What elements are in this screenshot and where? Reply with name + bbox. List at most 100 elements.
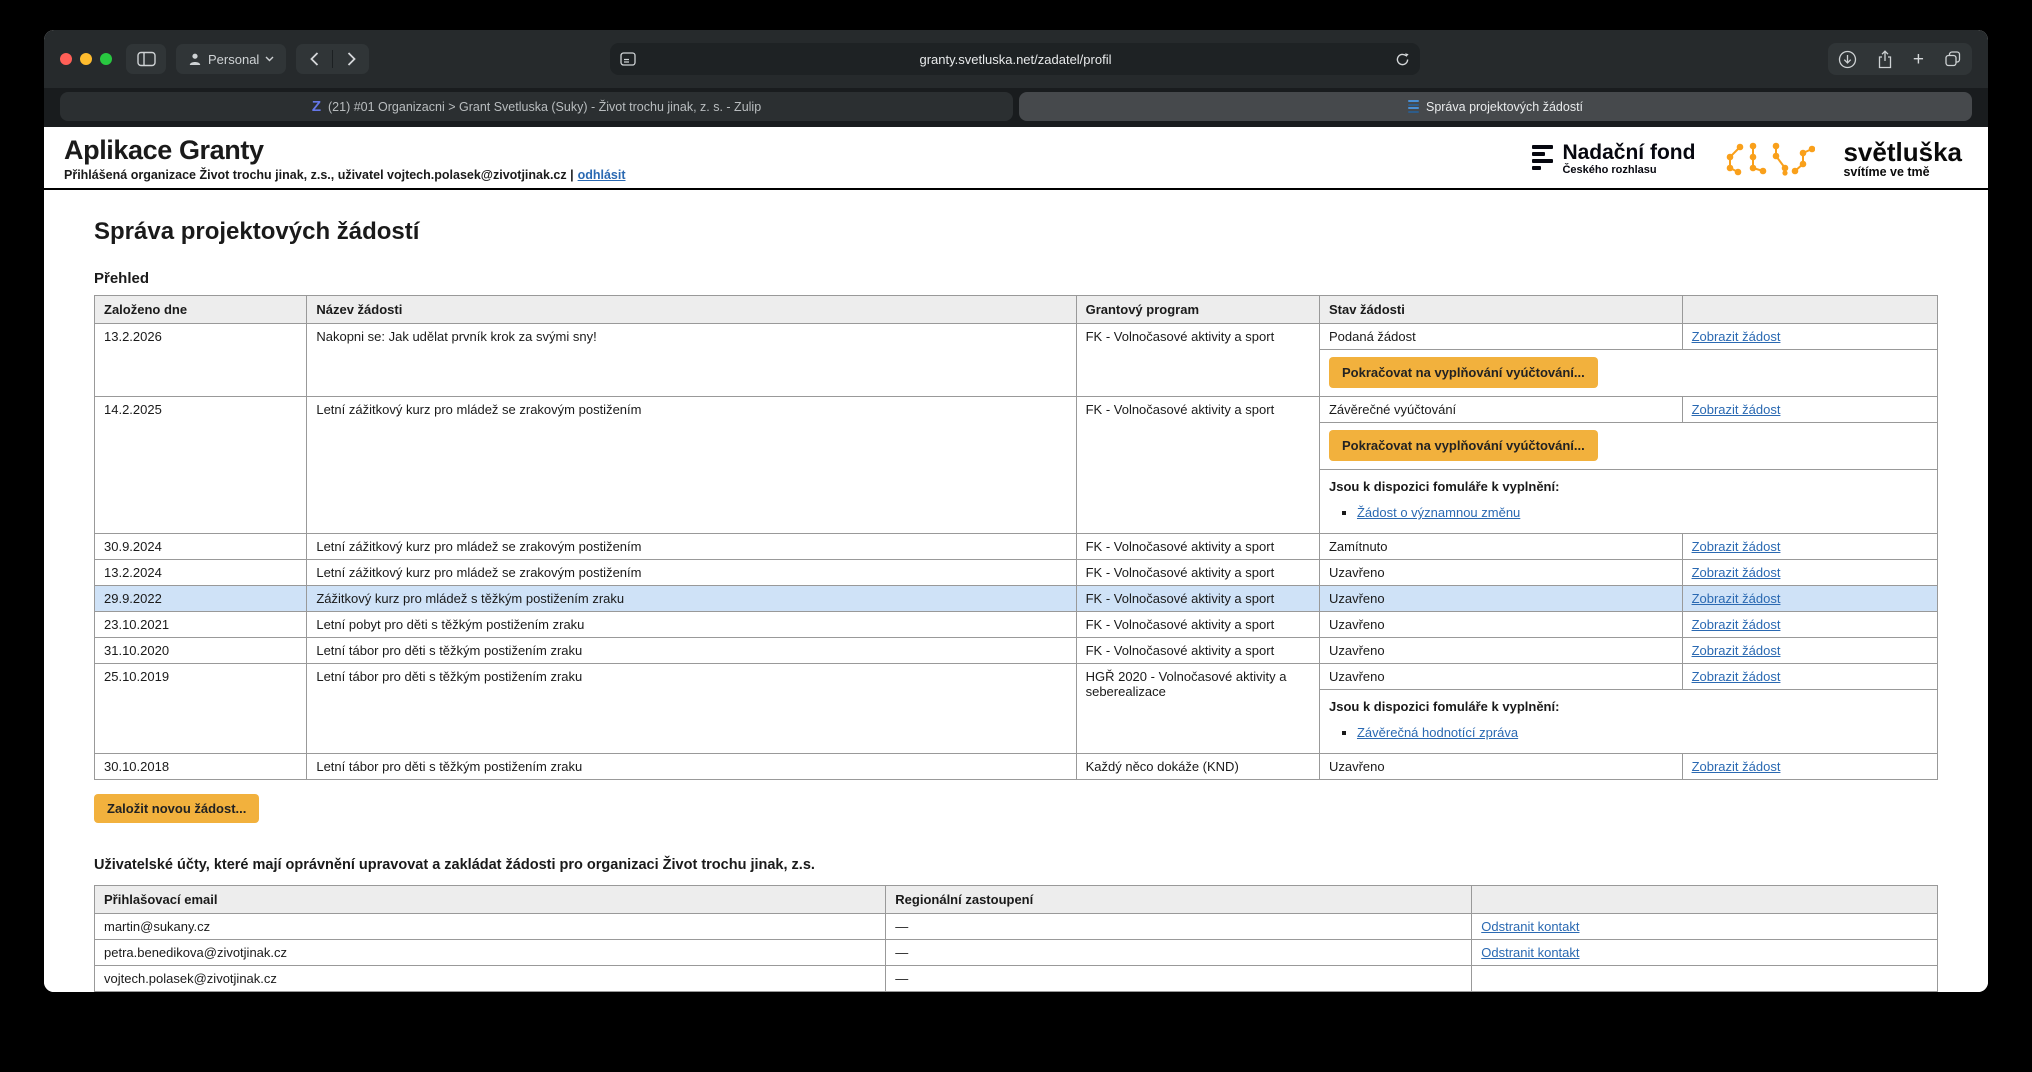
profile-button[interactable]: Personal <box>176 44 286 74</box>
request-actions: Zobrazit žádost <box>1682 534 1937 560</box>
new-tab-icon[interactable]: + <box>1913 50 1924 69</box>
account-row: martin@sukany.cz— Odstranit kontakt <box>95 914 1938 940</box>
request-date: 23.10.2021 <box>95 612 307 638</box>
new-request-button[interactable]: Založit novou žádost... <box>94 794 259 823</box>
logout-link[interactable]: odhlásit <box>578 168 626 182</box>
tab-zulip[interactable]: Z (21) #01 Organizacni > Grant Svetluska… <box>60 92 1013 121</box>
close-window-button[interactable] <box>60 53 72 65</box>
request-name: Letní zážitkový kurz pro mládež se zrako… <box>307 397 1076 534</box>
main-area: Správa projektových žádostí Přehled Zalo… <box>44 218 1988 992</box>
zobrazit-zadost-link[interactable]: Zobrazit žádost <box>1692 591 1781 606</box>
continue-vyuctovani-button[interactable]: Pokračovat na vyplňování vyúčtování... <box>1329 357 1598 388</box>
col-header-actions <box>1682 296 1937 324</box>
requests-table-header-row: Založeno dne Název žádosti Grantový prog… <box>95 296 1938 324</box>
form-link[interactable]: Závěrečná hodnotící zpráva <box>1357 725 1518 740</box>
forward-button[interactable] <box>333 44 369 74</box>
forms-list-item: Žádost o významnou změnu <box>1357 505 1928 520</box>
zobrazit-zadost-link[interactable]: Zobrazit žádost <box>1692 329 1781 344</box>
request-actions: Zobrazit žádost <box>1682 638 1937 664</box>
request-status: Uzavřeno <box>1319 754 1682 780</box>
request-date: 30.9.2024 <box>95 534 307 560</box>
continue-vyuctovani-button[interactable]: Pokračovat na vyplňování vyúčtování... <box>1329 430 1598 461</box>
forms-list: Žádost o významnou změnu <box>1329 505 1928 520</box>
account-actions <box>1472 966 1938 992</box>
zobrazit-zadost-link[interactable]: Zobrazit žádost <box>1692 402 1781 417</box>
forms-available-label: Jsou k dispozici fomuláře k vyplnění: <box>1329 699 1928 714</box>
zobrazit-zadost-link[interactable]: Zobrazit žádost <box>1692 565 1781 580</box>
form-link[interactable]: Žádost o významnou změnu <box>1357 505 1520 520</box>
account-region: — <box>886 914 1472 940</box>
nadacni-fond-title: Nadační fond <box>1562 141 1695 164</box>
request-actions: Zobrazit žádost <box>1682 664 1937 690</box>
toolbar-right-group: + <box>1828 43 1972 75</box>
request-status: Závěrečné vyúčtování <box>1319 397 1682 423</box>
accounts-heading: Uživatelské účty, které mají oprávnění u… <box>94 857 1938 873</box>
col-header-remove <box>1472 886 1938 914</box>
zobrazit-zadost-link[interactable]: Zobrazit žádost <box>1692 643 1781 658</box>
request-name: Nakopni se: Jak udělat prvník krok za sv… <box>307 324 1076 397</box>
forms-cell: Jsou k dispozici fomuláře k vyplnění: Záv… <box>1319 690 1937 754</box>
site-header: Aplikace Granty Přihlášená organizace Ži… <box>44 127 1988 190</box>
back-button[interactable] <box>296 44 332 74</box>
share-icon[interactable] <box>1877 50 1893 69</box>
request-name: Letní zážitkový kurz pro mládež se zrako… <box>307 560 1076 586</box>
tab-sprava-zadosti[interactable]: Správa projektových žádostí <box>1019 92 1972 121</box>
request-program: FK - Volnočasové aktivity a sport <box>1076 560 1319 586</box>
zobrazit-zadost-link[interactable]: Zobrazit žádost <box>1692 669 1781 684</box>
request-actions: Zobrazit žádost <box>1682 397 1937 423</box>
minimize-window-button[interactable] <box>80 53 92 65</box>
zobrazit-zadost-link[interactable]: Zobrazit žádost <box>1692 759 1781 774</box>
nadacni-fond-logo: Nadační fond Českého rozhlasu <box>1532 141 1695 176</box>
request-name: Letní pobyt pro děti s těžkým postižením… <box>307 612 1076 638</box>
request-date: 13.2.2024 <box>95 560 307 586</box>
zobrazit-zadost-link[interactable]: Zobrazit žádost <box>1692 617 1781 632</box>
request-program: FK - Volnočasové aktivity a sport <box>1076 612 1319 638</box>
account-region: — <box>886 966 1472 992</box>
reload-icon[interactable] <box>1395 52 1410 67</box>
browser-window: Personal granty.svetluska.net/zadatel/pr… <box>44 30 1988 992</box>
account-actions: Odstranit kontakt <box>1472 940 1938 966</box>
request-program: FK - Volnočasové aktivity a sport <box>1076 534 1319 560</box>
czech-radio-bars-icon <box>1532 141 1553 171</box>
account-email: martin@sukany.cz <box>95 914 886 940</box>
odstranit-kontakt-link[interactable]: Odstranit kontakt <box>1481 945 1579 960</box>
sidebar-toggle-button[interactable] <box>126 44 166 74</box>
col-header-name: Název žádosti <box>307 296 1076 324</box>
request-program: HGŘ 2020 - Volnočasové aktivity a sebere… <box>1076 664 1319 754</box>
col-header-program: Grantový program <box>1076 296 1319 324</box>
account-email: vojtech.polasek@zivotjinak.cz <box>95 966 886 992</box>
page-settings-icon[interactable] <box>620 52 636 66</box>
zobrazit-zadost-link[interactable]: Zobrazit žádost <box>1692 539 1781 554</box>
request-name: Zážitkový kurz pro mládež s těžkým posti… <box>307 586 1076 612</box>
request-row: 23.10.2021Letní pobyt pro děti s těžkým … <box>95 612 1938 638</box>
url-text: granty.svetluska.net/zadatel/profil <box>636 52 1395 67</box>
account-region: — <box>886 940 1472 966</box>
tab-overview-icon[interactable] <box>1944 50 1962 68</box>
downloads-icon[interactable] <box>1838 50 1857 69</box>
request-program: FK - Volnočasové aktivity a sport <box>1076 324 1319 397</box>
request-date: 13.2.2026 <box>95 324 307 397</box>
zoom-window-button[interactable] <box>100 53 112 65</box>
request-date: 14.2.2025 <box>95 397 307 534</box>
account-row: petra.benedikova@zivotjinak.cz—Odstranit… <box>95 940 1938 966</box>
request-row: 30.9.2024Letní zážitkový kurz pro mládež… <box>95 534 1938 560</box>
overview-label: Přehled <box>94 270 1938 287</box>
tab-label: Správa projektových žádostí <box>1426 100 1583 114</box>
granty-favicon <box>1408 100 1419 113</box>
col-header-region: Regionální zastoupení <box>886 886 1472 914</box>
col-header-status: Stav žádosti <box>1319 296 1682 324</box>
request-program: FK - Volnočasové aktivity a sport <box>1076 586 1319 612</box>
request-row: 30.10.2018Letní tábor pro děti s těžkým … <box>95 754 1938 780</box>
col-header-date: Založeno dne <box>95 296 307 324</box>
request-row: 14.2.2025Letní zážitkový kurz pro mládež… <box>95 397 1938 423</box>
forms-available-label: Jsou k dispozici fomuláře k vyplnění: <box>1329 479 1928 494</box>
site-header-logos: Nadační fond Českého rozhlasu <box>1532 139 1966 179</box>
request-actions: Zobrazit žádost <box>1682 754 1937 780</box>
odstranit-kontakt-link[interactable]: Odstranit kontakt <box>1481 919 1579 934</box>
request-row: 13.2.2024Letní zážitkový kurz pro mládež… <box>95 560 1938 586</box>
person-icon <box>188 52 202 66</box>
address-bar[interactable]: granty.svetluska.net/zadatel/profil <box>610 43 1420 75</box>
login-info: Přihlášená organizace Život trochu jinak… <box>64 168 626 182</box>
request-actions: Zobrazit žádost <box>1682 586 1937 612</box>
login-info-text: Přihlášená organizace Život trochu jinak… <box>64 168 574 182</box>
